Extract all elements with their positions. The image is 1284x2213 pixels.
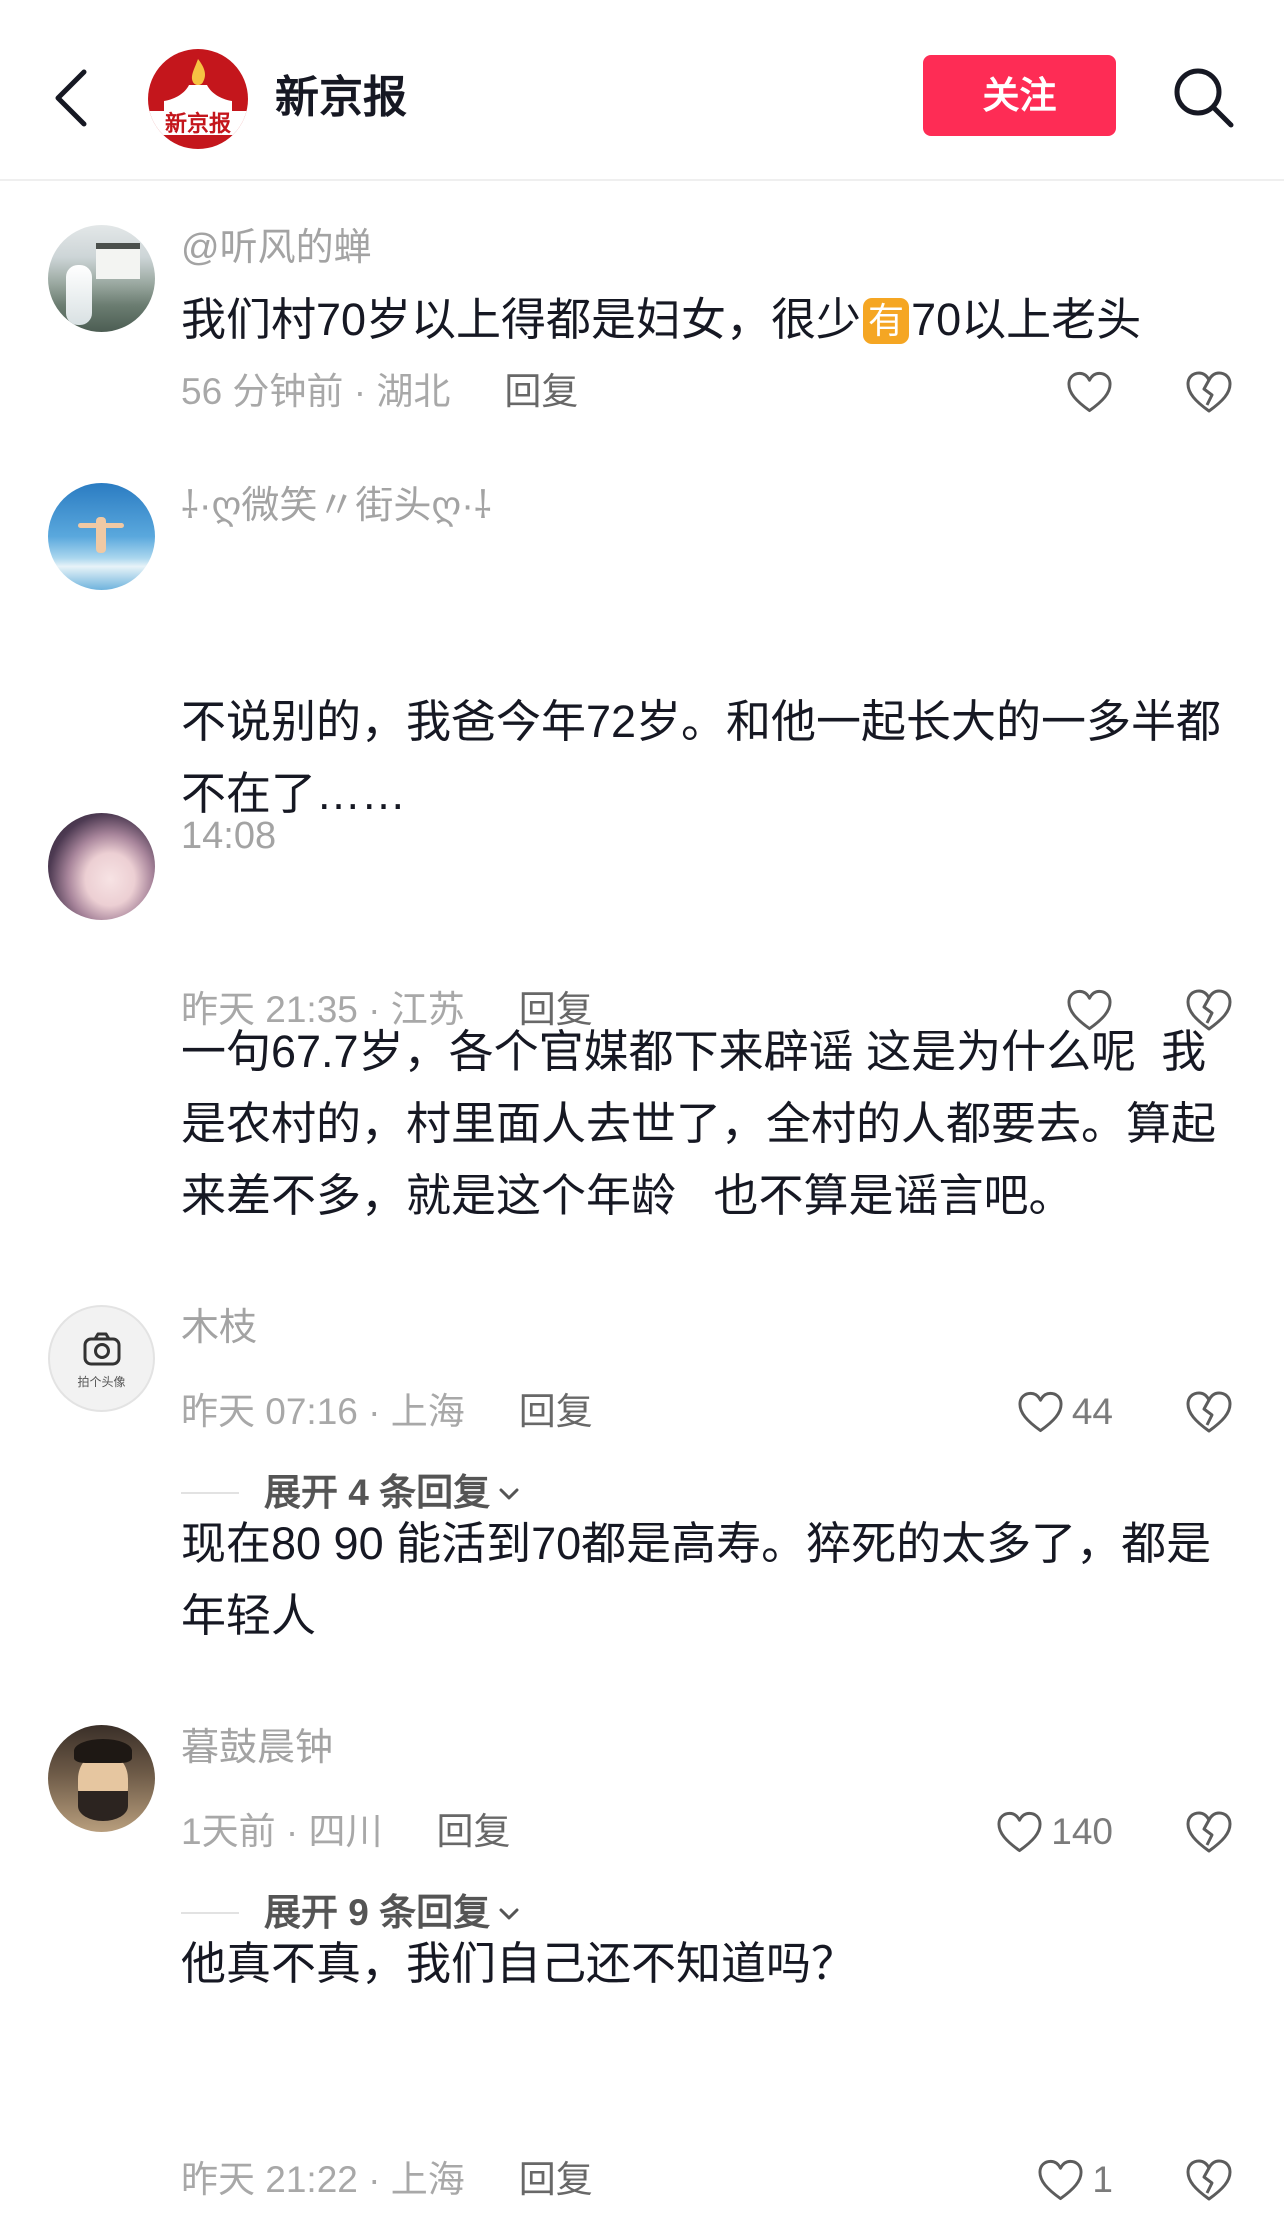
comment-text[interactable]: 他真不真，我们自己还不知道吗？ [181,1784,1240,2144]
comment-text[interactable]: 我们村70岁以上得都是妇女，很少有 70以上老头 [181,284,1240,356]
avatar[interactable] [48,483,155,590]
comment-text-line: 是农村的，村里面人去世了，全村的人都要去。算起 [181,1098,1217,1149]
avatar[interactable] [48,813,155,920]
comment-item: @听风的蝉 我们村70岁以上得都是妇女，很少有 70以上老头 56 分钟前 · 湖… [48,225,1240,415]
comment-username[interactable]: 暮鼓晨钟 [181,1725,1240,1771]
avatar-placeholder-label: 拍个头像 [77,1375,126,1389]
heart-outline-icon [1067,371,1112,413]
avatar-art [74,1739,132,1763]
comment-text-line: 不说别的，我爸今年72岁。和他一起长大的一多半都 [181,696,1222,747]
avatar-art [66,265,92,325]
dislike-button[interactable] [1185,2158,1233,2202]
broken-heart-icon [1186,2159,1232,2201]
comment-username[interactable]: ⸸·ღ微笑〃街头ღ·⸸ [181,483,1240,529]
avatar-art [96,517,106,553]
search-button[interactable] [1170,64,1236,130]
comment-username[interactable]: 14:08 [181,813,1240,859]
reply-button[interactable]: 回复 [504,371,578,412]
follow-button[interactable]: 关注 [923,55,1116,136]
heart-outline-icon [1038,2159,1083,2201]
comment-meta: 56 分钟前 · 湖北 回复 [181,369,1240,415]
comment-item: 暮鼓晨钟 他真不真，我们自己还不知道吗？ 昨天 21:22 · 上海 回复 1 [48,1725,1240,2203]
top-bar: 新京报 新京报 关注 [0,0,1284,180]
comment-time-location: 昨天 21:22 · 上海 [181,2159,465,2200]
comment-meta: 昨天 21:22 · 上海 回复 1 [181,2157,1240,2203]
xinjingbao-logo-icon: 新京报 [148,49,248,149]
broken-heart-icon [1186,371,1232,413]
comment-text-line: 来差不多，就是这个年龄 也不算是谣言吧。 [181,1170,1074,1221]
camera-icon [83,1332,121,1366]
comment-text-line: 年轻人 [181,1590,317,1641]
comment-text-part: 70以上老头 [911,294,1142,345]
avatar-placeholder[interactable]: 拍个头像 [48,1305,155,1412]
comment-text-line: 现在80 90 能活到70都是高寿。猝死的太多了，都是 [181,1518,1212,1569]
header-divider [0,179,1284,181]
comment-text-line: 他真不真，我们自己还不知道吗？ [181,1938,857,1989]
search-icon [1174,68,1234,128]
comment-text-part: 我们村70岁以上得都是妇女，很少 [181,294,862,345]
avatar[interactable] [48,225,155,332]
dislike-button[interactable] [1185,370,1233,414]
like-count: 1 [1092,2159,1113,2200]
avatar-art [78,1791,128,1821]
avatar[interactable] [48,1725,155,1832]
logo-text: 新京报 [165,111,231,136]
reply-button[interactable]: 回复 [519,2159,593,2200]
comment-text[interactable]: 一句67.7岁，各个官媒都下来辟谣 这是为什么呢 我是农村的，村里面人去世了，全… [181,872,1240,1376]
account-logo[interactable]: 新京报 [148,49,248,149]
emoji-badge: 有 [863,298,910,344]
comment-text-line: 一句67.7岁，各个官媒都下来辟谣 这是为什么呢 我 [181,1026,1207,1077]
chevron-left-icon [55,69,87,127]
account-name[interactable]: 新京报 [275,72,407,124]
back-button[interactable] [50,66,90,130]
avatar-art [96,243,140,279]
comment-time-location: 56 分钟前 · 湖北 [181,371,451,412]
like-button[interactable] [1066,369,1113,415]
comment-username[interactable]: @听风的蝉 [181,225,1240,271]
like-button[interactable]: 1 [1037,2157,1113,2203]
comment-username[interactable]: 木枝 [181,1305,1240,1351]
